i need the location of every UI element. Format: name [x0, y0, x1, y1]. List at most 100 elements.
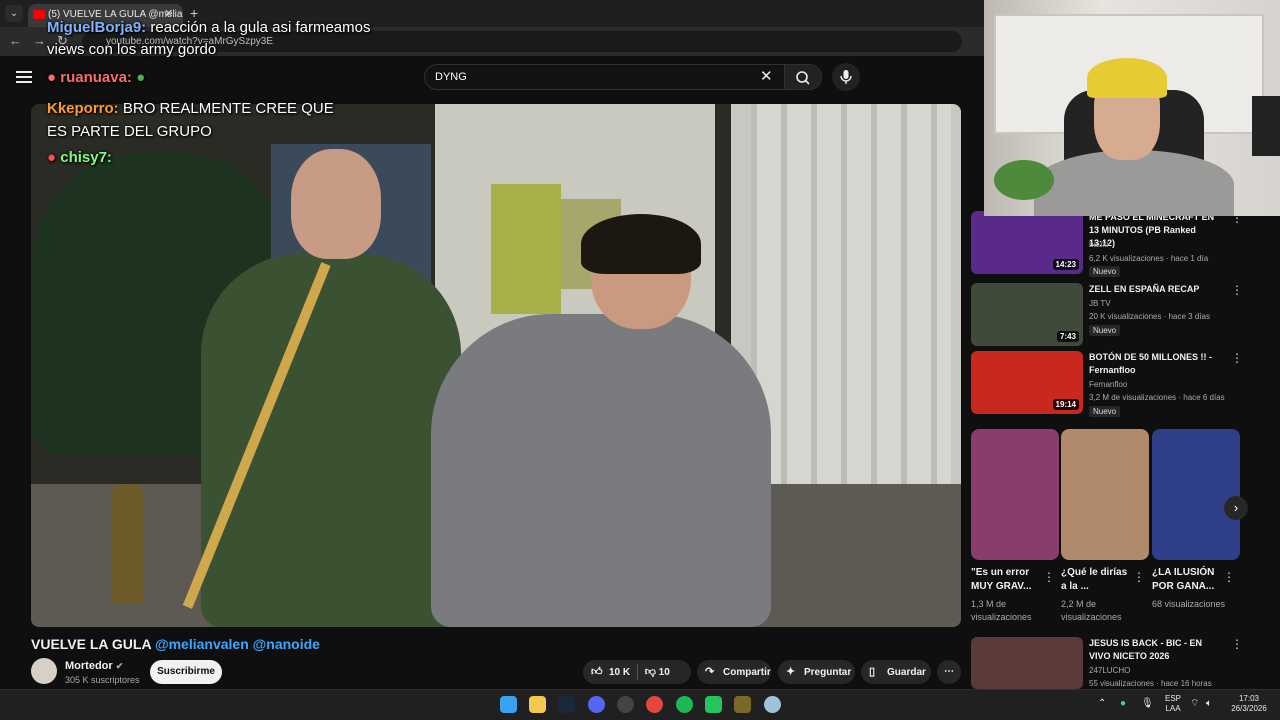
- save-button[interactable]: ▯ Guardar: [861, 660, 931, 684]
- duration-badge: 14:23: [1052, 259, 1079, 270]
- app-icon[interactable]: [734, 696, 751, 713]
- thumbs-down-icon[interactable]: 👎︎: [645, 666, 656, 678]
- new-badge: Nuevo: [1089, 266, 1121, 277]
- webcam-monitor: [1252, 96, 1280, 156]
- recommendation-channel[interactable]: JB TV: [1089, 299, 1111, 308]
- recommendation-channel[interactable]: baulo: [1089, 240, 1109, 249]
- search-button[interactable]: [784, 64, 822, 90]
- windows-start-icon[interactable]: [500, 696, 517, 713]
- channel-name[interactable]: Mortedor ✔: [65, 660, 123, 672]
- more-vertical-icon[interactable]: ⋮: [1133, 570, 1145, 584]
- recommendation-item[interactable]: 7:43 ZELL EN ESPAÑA RECAP JB TV 20 K vis…: [971, 283, 1251, 347]
- back-arrow-icon[interactable]: ←: [9, 33, 22, 48]
- scene-person-hair: [581, 214, 701, 274]
- chat-username: chisy7:: [60, 149, 112, 166]
- microphone-icon: [840, 70, 852, 84]
- tray-microphone-icon[interactable]: 🎙︎: [1141, 699, 1154, 709]
- windows-taskbar: [0, 689, 1280, 720]
- recommendation-title[interactable]: ZELL EN ESPAÑA RECAP: [1089, 283, 1221, 296]
- more-vertical-icon[interactable]: ⋮: [1231, 351, 1243, 365]
- subscribe-button[interactable]: Suscribirme: [150, 660, 222, 684]
- clock[interactable]: 17:03 26/3/2026: [1226, 694, 1272, 714]
- short-thumbnail[interactable]: [1061, 429, 1149, 560]
- channel-name-text[interactable]: Mortedor: [65, 660, 113, 672]
- voice-search-button[interactable]: [832, 63, 860, 91]
- like-dislike-group: 👍︎ 10 K 👎︎ 10: [583, 660, 691, 684]
- more-horizontal-icon: ⋯: [944, 666, 954, 677]
- more-vertical-icon[interactable]: ⋮: [1043, 570, 1055, 584]
- chat-badge-icon: ●: [47, 69, 57, 86]
- obs-icon[interactable]: [617, 696, 634, 713]
- short-views: 2,2 M de visualizaciones: [1061, 599, 1122, 622]
- video-title: VUELVE LA GULA @melianvalen @nanoide: [31, 636, 320, 652]
- hamburger-menu-icon[interactable]: [16, 71, 32, 83]
- clock-date: 26/3/2026: [1231, 704, 1267, 713]
- chat-message: MiguelBorja9: reacción a la gula asi far…: [47, 17, 387, 61]
- chat-message: ● chisy7:: [47, 149, 112, 166]
- more-actions-button[interactable]: ⋯: [937, 660, 961, 684]
- dislike-count[interactable]: 10: [659, 667, 670, 678]
- chrome-icon[interactable]: [646, 696, 663, 713]
- language-top: ESP: [1164, 694, 1181, 703]
- recommendation-title[interactable]: BOTÓN DE 50 MILLONES !! - Fernanfloo: [1089, 351, 1221, 377]
- new-badge: Nuevo: [1089, 406, 1121, 417]
- scene-person-green-hoodie: [201, 254, 461, 627]
- recommendation-item[interactable]: 14:23 ME PASO EL MINECRAFT EN 13 MINUTOS…: [971, 211, 1251, 277]
- scene-person-grey-hoodie: [431, 314, 771, 627]
- short-thumbnail[interactable]: [1152, 429, 1240, 560]
- recommendation-thumbnail[interactable]: [971, 637, 1083, 689]
- youtube-favicon-icon: [33, 10, 45, 19]
- shorts-next-arrow-icon[interactable]: ›: [1224, 496, 1248, 520]
- recommendation-channel[interactable]: 247LUCHO: [1089, 666, 1130, 675]
- language-indicator[interactable]: ESP LAA: [1162, 694, 1184, 714]
- recommendation-meta: 6,2 K visualizaciones · hace 1 día: [1089, 254, 1209, 263]
- more-vertical-icon[interactable]: ⋮: [1231, 283, 1243, 297]
- recommendation-thumbnail[interactable]: 19:14: [971, 351, 1083, 414]
- more-vertical-icon[interactable]: ⋮: [1223, 570, 1235, 584]
- more-vertical-icon[interactable]: ⋮: [1231, 637, 1243, 651]
- clear-search-icon[interactable]: ✕: [760, 67, 773, 85]
- duration-badge: 7:43: [1056, 331, 1079, 342]
- ask-button[interactable]: ✦ Preguntar: [778, 660, 855, 684]
- app-icon[interactable]: [764, 696, 781, 713]
- scene-person-head: [291, 149, 381, 259]
- chat-message: Kkeporro: BRO REALMENTE CREE QUE ES PART…: [47, 97, 347, 143]
- forward-arrow-icon[interactable]: →: [33, 33, 46, 48]
- recommendation-item[interactable]: JESUS IS BACK - BIC - EN VIVO NICETO 202…: [971, 637, 1251, 689]
- short-title[interactable]: ¿LA ILUSIÓN POR GANA...: [1152, 566, 1226, 594]
- short-thumbnail[interactable]: [971, 429, 1059, 560]
- bookmark-icon: ▯: [869, 666, 876, 678]
- thumbs-up-icon[interactable]: 👍︎: [591, 660, 605, 684]
- video-player[interactable]: [31, 104, 961, 627]
- search-input[interactable]: DYNG: [424, 64, 786, 90]
- chat-username: ruanuava:: [60, 69, 132, 86]
- short-title[interactable]: ¿Qué le dirías a la ...: [1061, 566, 1135, 594]
- duration-badge: 19:14: [1052, 399, 1079, 410]
- tray-chevron-icon[interactable]: ⌃: [1098, 699, 1106, 709]
- recommendation-title[interactable]: JESUS IS BACK - BIC - EN VIVO NICETO 202…: [1089, 637, 1221, 663]
- chat-message: ● ruanuava: ●: [47, 69, 145, 86]
- recommendation-meta: 3,2 M de visualizaciones · hace 6 días: [1089, 393, 1225, 402]
- recommendation-channel[interactable]: Fernanfloo: [1089, 380, 1127, 389]
- network-icon[interactable]: ⌔: [1190, 699, 1199, 709]
- video-title-text: VUELVE LA GULA: [31, 636, 152, 652]
- recommendation-thumbnail[interactable]: 7:43: [971, 283, 1083, 346]
- scene-mailbox: [491, 184, 561, 314]
- sparkle-icon: ✦: [786, 666, 796, 678]
- video-mentions-link[interactable]: @melianvalen @nanoide: [155, 636, 320, 652]
- discord-icon[interactable]: [588, 696, 605, 713]
- kick-icon[interactable]: [705, 696, 722, 713]
- recommendation-thumbnail[interactable]: 14:23: [971, 211, 1083, 274]
- like-count[interactable]: 10 K: [609, 667, 630, 678]
- tab-list-chevron-icon[interactable]: ⌄: [5, 5, 23, 22]
- verified-check-icon: ✔: [115, 661, 124, 671]
- channel-avatar[interactable]: [31, 658, 57, 684]
- file-explorer-icon[interactable]: [529, 696, 546, 713]
- share-button[interactable]: ↷ Compartir: [697, 660, 771, 684]
- tray-app-icon[interactable]: ●: [1120, 699, 1126, 709]
- steam-icon[interactable]: [558, 696, 575, 713]
- volume-icon[interactable]: 🔈︎: [1206, 699, 1212, 709]
- recommendation-item[interactable]: 19:14 BOTÓN DE 50 MILLONES !! - Fernanfl…: [971, 351, 1251, 417]
- short-title[interactable]: "Es un error MUY GRAV...: [971, 566, 1045, 594]
- spotify-icon[interactable]: [676, 696, 693, 713]
